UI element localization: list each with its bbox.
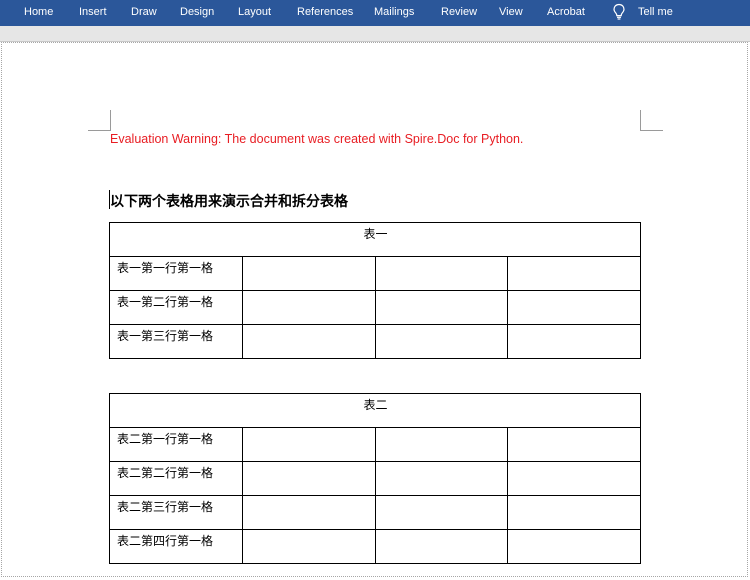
tab-mailings[interactable]: Mailings [374, 6, 414, 18]
table-two[interactable]: 表二 表二第一行第一格 表二第二行第一格 表二第三行第一格 表二第四行第一格 [108, 393, 642, 564]
table-cell[interactable] [242, 427, 376, 462]
table-row: 表二第三行第一格 [109, 495, 642, 530]
table-row: 表二第一行第一格 [109, 427, 642, 462]
evaluation-warning: Evaluation Warning: The document was cre… [110, 132, 524, 146]
table-cell[interactable] [242, 495, 376, 530]
tab-design[interactable]: Design [180, 6, 214, 18]
table-cell[interactable]: 表一第三行第一格 [109, 324, 243, 359]
table-cell[interactable] [506, 256, 642, 291]
ribbon: Home Insert Draw Design Layout Reference… [0, 0, 750, 26]
tab-insert[interactable]: Insert [79, 6, 107, 18]
table-two-title[interactable]: 表二 [108, 393, 642, 428]
table-cell[interactable] [242, 290, 376, 325]
table-row: 表一 [108, 222, 642, 257]
table-cell[interactable] [506, 290, 642, 325]
table-row: 表二第二行第一格 [109, 461, 642, 496]
table-cell[interactable] [375, 529, 508, 564]
table-row: 表二第四行第一格 [109, 529, 642, 564]
table-row: 表二 [108, 393, 642, 428]
tab-draw[interactable]: Draw [131, 6, 157, 18]
table-cell[interactable] [242, 324, 376, 359]
table-cell[interactable]: 表一第一行第一格 [109, 256, 243, 291]
table-cell[interactable] [506, 324, 642, 359]
table-cell[interactable]: 表二第四行第一格 [109, 529, 243, 564]
table-cell[interactable] [506, 427, 642, 462]
lightbulb-icon[interactable] [612, 3, 626, 21]
table-cell[interactable] [242, 256, 376, 291]
table-row: 表一第三行第一格 [109, 324, 642, 359]
document-heading[interactable]: 以下两个表格用来演示合并和拆分表格 [110, 191, 348, 211]
table-cell[interactable] [242, 529, 376, 564]
table-cell[interactable] [375, 427, 508, 462]
table-cell[interactable]: 表一第二行第一格 [109, 290, 243, 325]
table-cell[interactable] [506, 529, 642, 564]
tab-references[interactable]: References [297, 6, 353, 18]
table-cell[interactable] [375, 324, 508, 359]
tell-me-search[interactable]: Tell me [638, 6, 673, 18]
table-cell[interactable] [375, 495, 508, 530]
table-cell[interactable] [375, 256, 508, 291]
table-cell[interactable]: 表二第二行第一格 [109, 461, 243, 496]
table-cell[interactable] [375, 461, 508, 496]
table-cell[interactable] [375, 290, 508, 325]
table-row: 表一第一行第一格 [109, 256, 642, 291]
table-cell[interactable] [506, 461, 642, 496]
table-row: 表一第二行第一格 [109, 290, 642, 325]
margin-corner-top-left [88, 110, 111, 131]
tab-acrobat[interactable]: Acrobat [547, 6, 585, 18]
table-cell[interactable]: 表二第一行第一格 [109, 427, 243, 462]
table-cell[interactable]: 表二第三行第一格 [109, 495, 243, 530]
tab-home[interactable]: Home [24, 6, 53, 18]
table-one[interactable]: 表一 表一第一行第一格 表一第二行第一格 表一第三行第一格 [108, 222, 642, 359]
ruler-strip [0, 26, 750, 42]
tab-layout[interactable]: Layout [238, 6, 271, 18]
table-cell[interactable] [506, 495, 642, 530]
table-cell[interactable] [242, 461, 376, 496]
tab-review[interactable]: Review [441, 6, 477, 18]
tab-view[interactable]: View [499, 6, 523, 18]
table-one-title[interactable]: 表一 [108, 222, 642, 257]
margin-corner-top-right [640, 110, 663, 131]
